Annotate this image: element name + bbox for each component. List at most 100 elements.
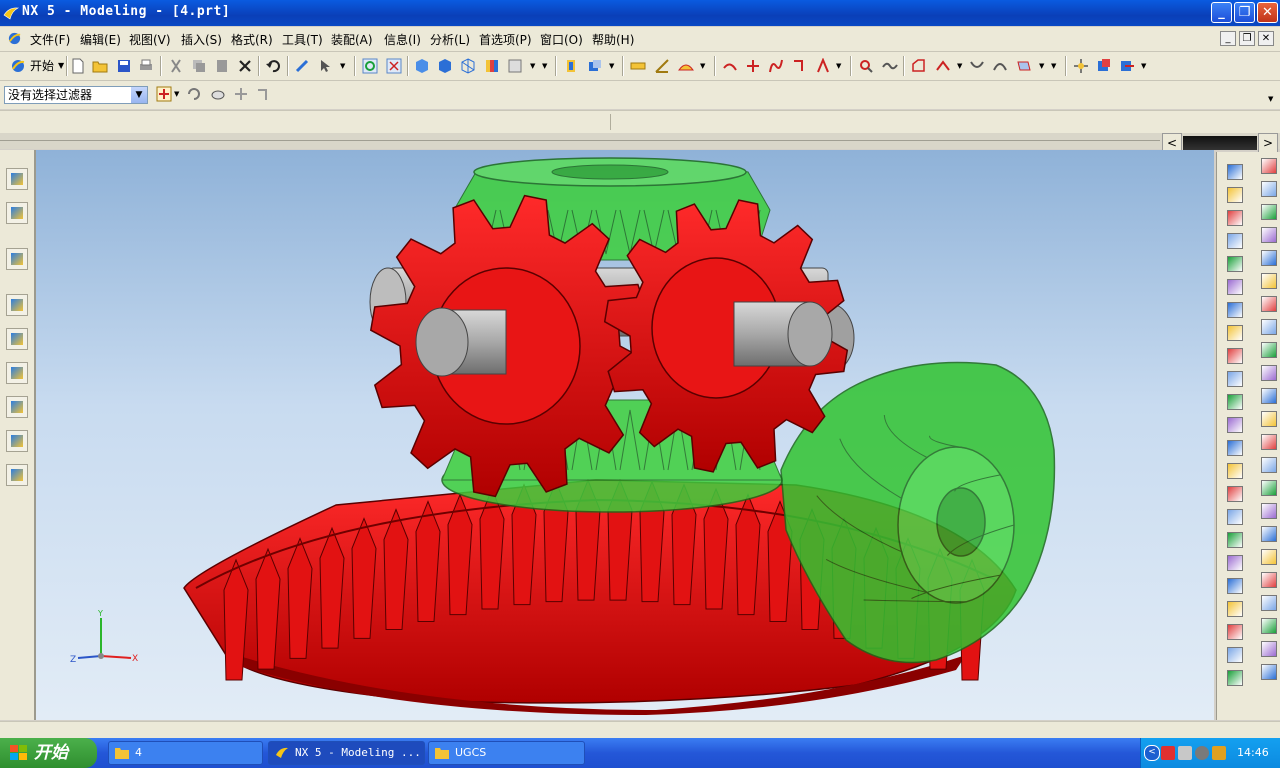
reuse-library-tab[interactable] bbox=[6, 248, 28, 270]
wrap-icon[interactable] bbox=[1261, 503, 1277, 519]
refresh-view-icon[interactable] bbox=[362, 58, 378, 74]
mdi-restore-button[interactable]: ❐ bbox=[1239, 31, 1255, 46]
task-nx-modeling[interactable]: NX 5 - Modeling ... bbox=[268, 741, 425, 765]
block-icon[interactable] bbox=[1227, 210, 1243, 226]
delete-icon[interactable] bbox=[237, 58, 253, 74]
bounded-plane-icon[interactable] bbox=[1261, 572, 1277, 588]
thread-icon[interactable] bbox=[1227, 440, 1243, 456]
system-scenes-tab[interactable] bbox=[6, 464, 28, 486]
swept-icon[interactable] bbox=[1261, 641, 1277, 657]
ruled-icon[interactable] bbox=[1261, 618, 1277, 634]
cut-icon[interactable] bbox=[168, 58, 184, 74]
gear-model-scene[interactable]: Y X Z bbox=[36, 150, 1214, 720]
point-icon[interactable] bbox=[1227, 578, 1243, 594]
selection-icon[interactable] bbox=[294, 58, 310, 74]
menu-information[interactable]: 信息(I) bbox=[384, 31, 421, 48]
chevron-down-icon[interactable]: ▼ bbox=[957, 62, 962, 70]
menu-analysis[interactable]: 分析(L) bbox=[430, 31, 470, 48]
nx-menu-icon[interactable] bbox=[7, 31, 22, 46]
system-materials-tab[interactable] bbox=[6, 328, 28, 350]
face-blend-icon[interactable] bbox=[1261, 181, 1277, 197]
new-file-icon[interactable] bbox=[70, 58, 86, 74]
arc-icon[interactable] bbox=[1227, 555, 1243, 571]
pattern-icon[interactable] bbox=[1261, 411, 1277, 427]
part-navigator-tab[interactable] bbox=[6, 202, 28, 224]
bridge-curve-icon[interactable] bbox=[992, 58, 1008, 74]
draft-icon[interactable] bbox=[1261, 342, 1277, 358]
cylinder-icon[interactable] bbox=[1227, 233, 1243, 249]
groove-icon[interactable] bbox=[1227, 417, 1243, 433]
paste-icon[interactable] bbox=[214, 58, 230, 74]
datum-plane-icon[interactable] bbox=[1227, 486, 1243, 502]
menu-format[interactable]: 格式(R) bbox=[231, 31, 273, 48]
task-folder-4[interactable]: 4 bbox=[108, 741, 263, 765]
project-curve-icon[interactable] bbox=[1016, 58, 1032, 74]
restore-button[interactable]: ❐ bbox=[1234, 2, 1255, 23]
scroll-thumb[interactable] bbox=[1183, 136, 1257, 150]
offset-face-icon[interactable] bbox=[1261, 227, 1277, 243]
snap-point-icon[interactable] bbox=[156, 86, 172, 102]
sphere-icon[interactable] bbox=[1227, 279, 1243, 295]
rib-icon[interactable] bbox=[1227, 463, 1243, 479]
fillet-icon[interactable] bbox=[1227, 624, 1243, 640]
chevron-down-icon[interactable]: ▼ bbox=[530, 62, 535, 70]
menu-edit[interactable]: 编辑(E) bbox=[80, 31, 121, 48]
point-icon[interactable] bbox=[745, 58, 761, 74]
scale-icon[interactable] bbox=[1261, 365, 1277, 381]
measure-distance-icon[interactable] bbox=[630, 58, 646, 74]
circle-icon[interactable] bbox=[1227, 601, 1243, 617]
chevron-down-icon[interactable]: ▼ bbox=[1141, 62, 1146, 70]
assembly-navigator-tab[interactable] bbox=[6, 168, 28, 190]
menu-help[interactable]: 帮助(H) bbox=[592, 31, 634, 48]
visible-in-view-icon[interactable] bbox=[587, 58, 603, 74]
task-folder-ugcs[interactable]: UGCS bbox=[428, 741, 585, 765]
chevron-down-icon[interactable]: ▼ bbox=[174, 90, 179, 98]
emboss-icon[interactable] bbox=[1261, 526, 1277, 542]
arc-icon[interactable] bbox=[791, 58, 807, 74]
pad-icon[interactable] bbox=[1227, 371, 1243, 387]
add-component-icon[interactable] bbox=[1096, 58, 1112, 74]
palette-tab[interactable] bbox=[6, 362, 28, 384]
slot-icon[interactable] bbox=[1227, 394, 1243, 410]
unite-icon[interactable] bbox=[1261, 434, 1277, 450]
studio-render-icon[interactable] bbox=[484, 58, 500, 74]
fit-view-icon[interactable] bbox=[386, 58, 402, 74]
print-icon[interactable] bbox=[138, 58, 154, 74]
wireframe-icon[interactable] bbox=[460, 58, 476, 74]
security-shield-icon[interactable] bbox=[1212, 746, 1226, 760]
spline-icon[interactable] bbox=[1227, 670, 1243, 686]
chevron-down-icon[interactable]: ▼ bbox=[542, 62, 547, 70]
menu-window[interactable]: 窗口(O) bbox=[540, 31, 583, 48]
menu-view[interactable]: 视图(V) bbox=[129, 31, 171, 48]
trim-body-icon[interactable] bbox=[1261, 250, 1277, 266]
measure-angle-icon[interactable] bbox=[654, 58, 670, 74]
mirror-icon[interactable] bbox=[1261, 388, 1277, 404]
revolve-icon[interactable] bbox=[1227, 187, 1243, 203]
boss-icon[interactable] bbox=[1227, 325, 1243, 341]
analysis-icon[interactable] bbox=[678, 58, 694, 74]
chevron-down-icon[interactable]: ▼ bbox=[609, 62, 614, 70]
chevron-down-icon[interactable]: ▼ bbox=[131, 87, 147, 103]
menu-preferences[interactable]: 首选项(P) bbox=[479, 31, 532, 48]
undo-icon[interactable] bbox=[265, 58, 281, 74]
start-menu-button[interactable]: 开始 bbox=[0, 738, 97, 768]
selection-options-icon[interactable] bbox=[317, 58, 333, 74]
offset-curve-icon[interactable] bbox=[911, 58, 927, 74]
chevron-down-icon[interactable]: ▼ bbox=[1268, 95, 1273, 103]
minimize-button[interactable]: _ bbox=[1211, 2, 1232, 23]
line-icon[interactable] bbox=[1227, 532, 1243, 548]
wave-curve-icon[interactable] bbox=[882, 58, 898, 74]
volume-icon[interactable] bbox=[1195, 746, 1209, 760]
edge-blend-icon[interactable] bbox=[1261, 158, 1277, 174]
spline-icon[interactable] bbox=[768, 58, 784, 74]
left-spider-gear[interactable] bbox=[369, 194, 651, 498]
chevron-down-icon[interactable]: ▼ bbox=[340, 62, 345, 70]
intersect-icon[interactable] bbox=[1261, 480, 1277, 496]
patch-icon[interactable] bbox=[1261, 319, 1277, 335]
shaded-icon[interactable] bbox=[437, 58, 453, 74]
curve-icon[interactable] bbox=[722, 58, 738, 74]
line-icon[interactable] bbox=[815, 58, 831, 74]
shell-icon[interactable] bbox=[1261, 204, 1277, 220]
chevron-down-icon[interactable]: ▼ bbox=[836, 62, 841, 70]
history-tab[interactable] bbox=[6, 294, 28, 316]
